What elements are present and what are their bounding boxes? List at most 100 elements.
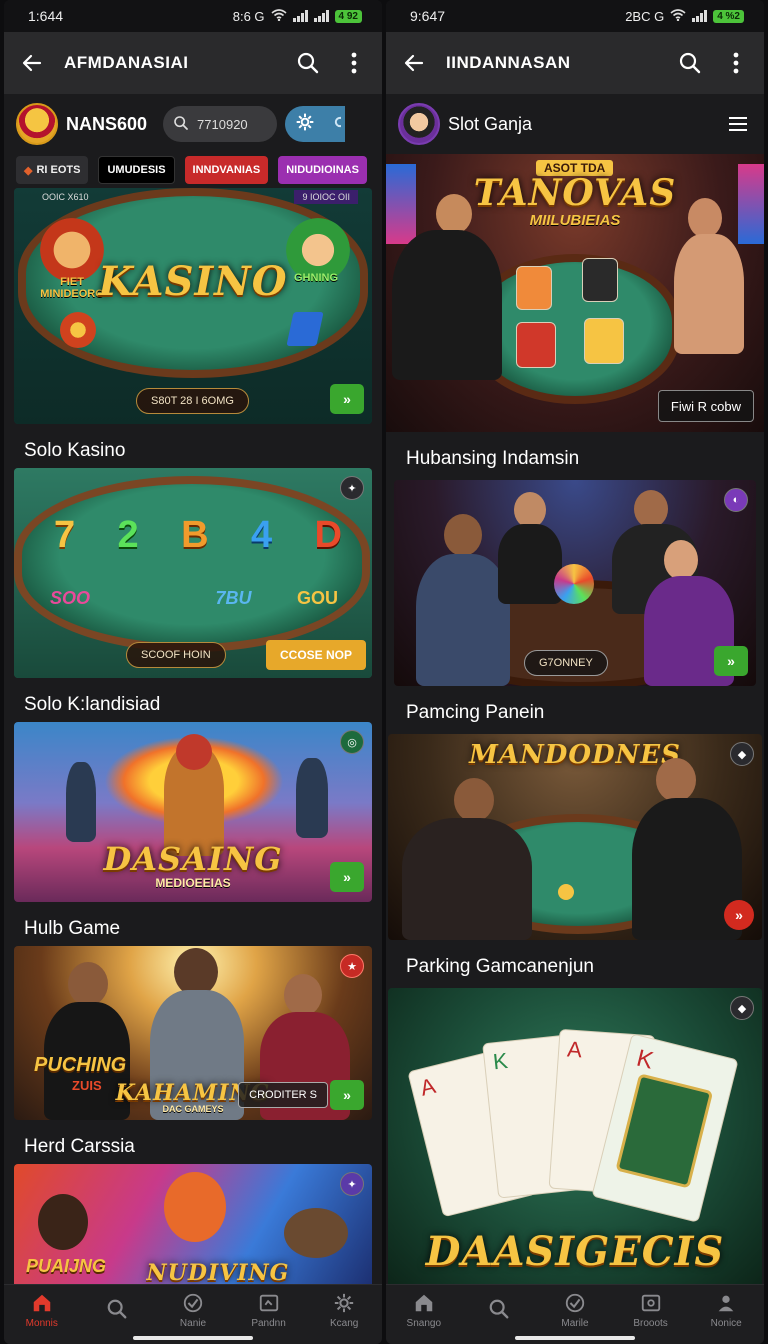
section-title: Parking Gamcanenjun: [406, 956, 594, 977]
reel-symbol: 4: [250, 514, 273, 556]
section-title: Pamcing Panein: [406, 702, 545, 723]
bottom-nav: Monnis Nanie Pandnn Kcang: [4, 1284, 382, 1344]
user-icon: [718, 1295, 734, 1312]
figure-art: [296, 758, 328, 838]
more-vert-icon[interactable]: [722, 49, 750, 77]
table-art: [14, 476, 370, 652]
home-icon: [415, 1294, 433, 1312]
play-button[interactable]: »: [330, 1080, 364, 1110]
person-head: [664, 540, 698, 580]
hero-title: KASINO: [98, 258, 288, 305]
nav-label: Nonice: [710, 1318, 742, 1329]
screens: 1:644 8:6 G 4 92 AFMDANASIAI NANS600 771…: [0, 0, 768, 1344]
banner-title: DASAING: [103, 840, 283, 878]
brand-logo[interactable]: [16, 103, 58, 145]
play-button[interactable]: »: [330, 384, 364, 414]
nav-item-home[interactable]: Monnis: [12, 1292, 72, 1329]
brand-row: Slot Ganja: [386, 94, 764, 154]
game-banner[interactable]: DASAING MEDIOEEIAS ◎ »: [14, 722, 372, 902]
reel-sub: 7BU: [215, 588, 252, 608]
search-icon[interactable]: [676, 49, 704, 77]
person-head: [514, 492, 546, 528]
home-icon: [33, 1294, 51, 1312]
back-arrow-icon[interactable]: [18, 49, 46, 77]
play-button[interactable]: »: [714, 646, 748, 676]
nav-item-home[interactable]: Snango: [394, 1292, 454, 1329]
animal-art: [284, 1208, 348, 1258]
nav-item-ticket[interactable]: Pandnn: [239, 1292, 299, 1329]
game-banner[interactable]: A K A K DAASIGECIS ◆: [388, 988, 762, 1288]
badge-icon[interactable]: ◐: [724, 488, 748, 512]
game-pill: SCOOF HOIN: [126, 642, 226, 668]
person-art: [498, 524, 562, 604]
home-indicator[interactable]: [515, 1336, 635, 1340]
game-banner[interactable]: MANDODNES ◆ »: [388, 734, 762, 940]
star-badge-icon[interactable]: ★: [340, 954, 364, 978]
hero-banner[interactable]: ASOT TDA TANOVAS MIILUBIEIAS Fiwi R cobw: [386, 154, 764, 432]
chip[interactable]: UMUDESIS: [98, 156, 175, 184]
nav-item-check[interactable]: Marile: [545, 1292, 605, 1329]
person-art: [402, 818, 532, 940]
nav-item-settings[interactable]: Kcang: [314, 1292, 374, 1329]
settings-button[interactable]: [285, 106, 346, 142]
brand-row: NANS600 7710920: [4, 94, 382, 154]
badge-icon[interactable]: ◆: [730, 996, 754, 1020]
nav-item-check[interactable]: Nanie: [163, 1292, 223, 1329]
reel-symbol: 7: [54, 514, 76, 556]
banner-title: MANDODNES: [469, 740, 681, 770]
more-vert-icon[interactable]: [340, 49, 368, 77]
brand-name: NANS600: [66, 113, 148, 134]
hero-pill: S80T 28 I 6OMG: [136, 388, 249, 414]
game-banner[interactable]: PUAIJNG NUDIVING ✦: [14, 1164, 372, 1304]
search-icon: [490, 1299, 509, 1318]
nav-label: Pandnn: [251, 1318, 286, 1329]
person-head: [444, 514, 482, 556]
wifi-icon: [271, 8, 287, 24]
back-arrow-icon[interactable]: [400, 49, 428, 77]
badge-icon[interactable]: ◆: [730, 742, 754, 766]
ticket-icon: [641, 1294, 660, 1312]
search-icon[interactable]: [294, 49, 322, 77]
menu-icon[interactable]: [724, 110, 752, 138]
chip-label: RI EOTS: [36, 164, 81, 176]
section-title: Herd Carssia: [24, 1136, 135, 1157]
right-phone: 9:647 2BC G 4 %2 IINDANNASAN Slot Ganja …: [386, 0, 764, 1344]
nav-label: Brooots: [633, 1318, 668, 1329]
person-head: [454, 778, 494, 822]
badge-icon[interactable]: ✦: [340, 1172, 364, 1196]
game-banner[interactable]: 7 2 B 4 D SOO 7BU GOU ✦ SCOOF HOIN CCOSE…: [14, 468, 372, 678]
brand-name: Slot Ganja: [448, 113, 533, 134]
cta-button[interactable]: CCOSE NOP: [265, 640, 366, 670]
nav-label: Monnis: [25, 1318, 58, 1329]
chip-art: [60, 312, 96, 348]
play-button[interactable]: »: [724, 900, 754, 930]
game-pill: G7ONNEY: [524, 650, 608, 676]
search-field[interactable]: 7710920: [163, 106, 278, 142]
favorite-icon[interactable]: ✦: [340, 476, 364, 500]
figure-art: [66, 762, 96, 842]
nav-item-search[interactable]: [469, 1298, 529, 1324]
brand-logo[interactable]: [398, 103, 440, 145]
nav-item-profile[interactable]: Nonice: [696, 1292, 756, 1329]
status-bar: 9:647 2BC G 4 %2: [386, 0, 764, 32]
game-banner[interactable]: G7ONNEY ◐ »: [394, 480, 756, 686]
game-banner[interactable]: PUCHING ZUIS KAHAMING DAC GAMEYS CRODITE…: [14, 946, 372, 1120]
badge-icon[interactable]: ◎: [340, 730, 364, 754]
play-button[interactable]: »: [330, 862, 364, 892]
chip[interactable]: INNDVANIAS: [184, 156, 269, 184]
nav-item-ticket[interactable]: Brooots: [621, 1292, 681, 1329]
card-art: [584, 318, 624, 364]
section-title: Hulb Game: [24, 918, 121, 939]
nav-item-search[interactable]: [87, 1298, 147, 1324]
hero-banner[interactable]: OOIC X610 9 IOIOC OII FIET MINIDEORG GHN…: [14, 188, 372, 424]
reel-sub: GOU: [296, 588, 338, 608]
logo-text: PUCHING: [34, 1054, 127, 1076]
flame-icon: ◆: [24, 164, 33, 177]
reel-symbol: B: [181, 514, 209, 556]
person-head: [436, 194, 472, 234]
search-value: 7710920: [197, 116, 248, 132]
chip[interactable]: ◆ RI EOTS: [16, 156, 89, 184]
person-art: [674, 234, 744, 354]
chip[interactable]: NIDUDIOINAS: [278, 156, 367, 184]
home-indicator[interactable]: [133, 1336, 253, 1340]
